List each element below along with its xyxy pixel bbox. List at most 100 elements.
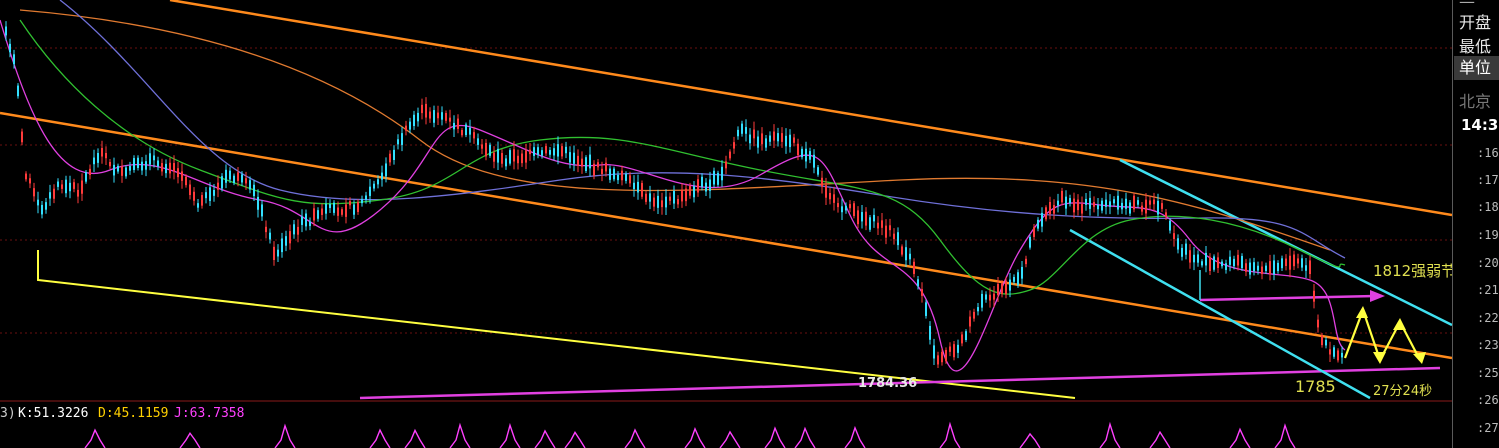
candle-body [281, 238, 283, 253]
candle-body [477, 138, 479, 145]
candle-body [401, 133, 403, 145]
candle-body [1229, 256, 1231, 265]
candle-body [1237, 254, 1239, 266]
price-chart[interactable]: 1812强弱节点 1784.36 1785 27分24秒 [0, 0, 1452, 448]
candle-body [1061, 190, 1063, 203]
candle-body [1077, 199, 1079, 211]
candle-body [417, 112, 419, 122]
candle-body [429, 111, 431, 119]
candle-body [497, 148, 499, 163]
candle-body [313, 208, 315, 221]
node-annotation: 1812强弱节点 [1373, 262, 1452, 280]
candle-body [1293, 254, 1295, 267]
candle-body [557, 144, 559, 157]
candle-body [365, 195, 367, 201]
kdj-spike [369, 428, 391, 448]
candle-body [1033, 227, 1035, 237]
candle-body [677, 198, 679, 205]
candle-body [717, 172, 719, 185]
candle-body [865, 211, 867, 226]
candle-body [1177, 238, 1179, 250]
candle-body [525, 150, 527, 163]
side-label-low: 最低 [1459, 37, 1492, 56]
candle-body [917, 279, 919, 287]
price-tick: :20 [1477, 256, 1499, 270]
candle-body [445, 113, 447, 121]
candle-body [1001, 283, 1003, 294]
candle-body [905, 247, 907, 261]
candle-body [573, 152, 575, 164]
candle-body [829, 192, 831, 200]
kdj-spike [179, 431, 201, 448]
candle-body [297, 226, 299, 235]
candle-body [173, 163, 175, 172]
candle-body [605, 162, 607, 172]
candle-body [793, 137, 795, 143]
candle-body [329, 204, 331, 209]
candle-body [1013, 277, 1015, 282]
price-tick: :16 [1477, 146, 1499, 160]
candle-body [1297, 258, 1299, 264]
candle-body [537, 147, 539, 155]
candle-body [1057, 200, 1059, 206]
candle-body [877, 222, 879, 229]
candle-body [181, 171, 183, 181]
kdj-spike [624, 428, 646, 448]
candle-body [145, 161, 147, 170]
kdj-spike [274, 423, 296, 448]
candle-body [837, 203, 839, 208]
candle-body [729, 151, 731, 159]
candle-body [1009, 279, 1011, 291]
candle-body [1089, 197, 1091, 209]
kdj-spike [1274, 423, 1296, 448]
candle-body [1125, 198, 1127, 209]
candle-body [33, 188, 35, 197]
kdj-spike [449, 422, 471, 448]
candle-body [45, 202, 47, 210]
candle-body [853, 203, 855, 217]
candle-body [893, 233, 895, 240]
candle-body [213, 189, 215, 196]
candle-body [141, 161, 143, 171]
candle-body [881, 220, 883, 228]
candle-body [41, 204, 43, 215]
candle-body [689, 186, 691, 196]
candle-body [1165, 212, 1167, 217]
candle-body [597, 162, 599, 168]
candle-body [5, 26, 7, 36]
candle-body [121, 166, 123, 176]
candle-body [89, 168, 91, 175]
candle-body [1257, 265, 1259, 271]
kdj-indicator-plot [84, 421, 1296, 448]
candle-body [449, 117, 451, 122]
candle-body [649, 193, 651, 202]
candle-body [1053, 205, 1055, 214]
candle-body [1341, 352, 1343, 358]
candle-body [721, 166, 723, 181]
candle-body [697, 179, 699, 193]
candle-body [277, 249, 279, 257]
price-tick: :27 [1477, 421, 1499, 435]
candle-body [1093, 202, 1095, 207]
candle-body [1173, 233, 1175, 240]
candle-body [785, 135, 787, 147]
candle-body [337, 207, 339, 216]
candle-body [1069, 198, 1071, 204]
candle-body [205, 192, 207, 199]
candle-body [257, 196, 259, 210]
candle-body [701, 176, 703, 187]
candle-body [357, 202, 359, 212]
candle-body [289, 231, 291, 244]
candle-body [929, 325, 931, 340]
candle-body [673, 190, 675, 204]
candle-body [29, 178, 31, 184]
candle-body [117, 165, 119, 172]
candle-body [685, 188, 687, 202]
unit-button[interactable]: 单位 [1454, 56, 1499, 80]
candle-body [157, 160, 159, 167]
candle-body [101, 147, 103, 157]
time-annotation: 27分24秒 [1373, 384, 1432, 399]
price-tick: :22 [1477, 311, 1499, 325]
candle-body [1065, 196, 1067, 209]
candle-body [737, 129, 739, 137]
